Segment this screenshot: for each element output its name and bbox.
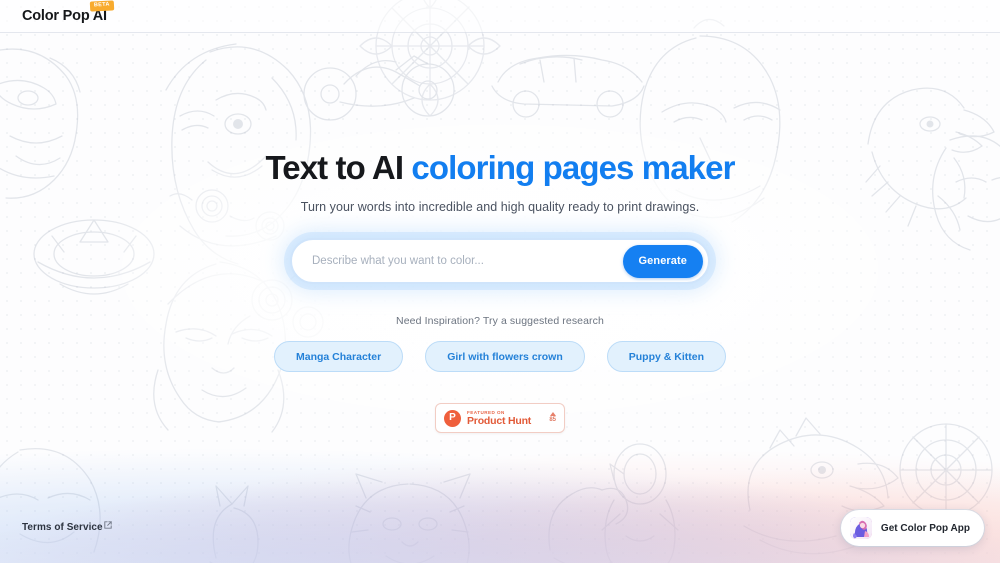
- terms-of-service-label: Terms of Service: [22, 522, 103, 533]
- product-hunt-badge[interactable]: P FEATURED ON Product Hunt 85: [435, 403, 565, 434]
- product-hunt-name: Product Hunt: [467, 415, 532, 428]
- product-hunt-text: FEATURED ON Product Hunt: [467, 410, 531, 428]
- suggestion-chip[interactable]: Manga Character: [274, 341, 404, 373]
- page-title-accent: coloring pages maker: [411, 149, 735, 186]
- prompt-search-bar[interactable]: Generate: [290, 238, 710, 285]
- top-header-bar: Color Pop AI BETA: [0, 0, 1000, 33]
- page-title-prefix: Text to AI: [265, 149, 404, 186]
- suggestion-chip[interactable]: Girl with flowers crown: [425, 341, 585, 373]
- brand-beta-badge: BETA: [89, 0, 114, 11]
- suggestion-chip[interactable]: Puppy & Kitten: [606, 341, 726, 373]
- suggestions-hint: Need Inspiration? Try a suggested resear…: [396, 315, 604, 328]
- product-hunt-logo-icon: P: [444, 409, 461, 427]
- page-subtitle: Turn your words into incredible and high…: [300, 200, 700, 215]
- landing-page: Color Pop AI BETA Text to AI coloring pa…: [0, 0, 1000, 563]
- product-hunt-upvotes: 85: [549, 411, 556, 425]
- app-icon: [849, 517, 872, 539]
- external-link-icon: [103, 521, 112, 532]
- hero-section: Text to AI coloring pages maker Turn you…: [0, 149, 1000, 434]
- page-title: Text to AI coloring pages maker: [265, 149, 735, 186]
- terms-of-service-link[interactable]: Terms of Service: [22, 521, 112, 533]
- brand-logo[interactable]: Color Pop AI BETA: [22, 0, 114, 24]
- get-app-label: Get Color Pop App: [880, 522, 970, 534]
- upvote-arrow-icon: [549, 411, 556, 416]
- product-hunt-upvote-count: 85: [549, 416, 556, 423]
- get-app-widget[interactable]: Get Color Pop App: [840, 510, 984, 546]
- prompt-input[interactable]: [292, 240, 623, 283]
- suggestion-chip-list: Manga Character Girl with flowers crown …: [274, 341, 726, 373]
- brand-logo-text: Color Pop AI: [22, 7, 107, 24]
- generate-button[interactable]: Generate: [622, 244, 703, 278]
